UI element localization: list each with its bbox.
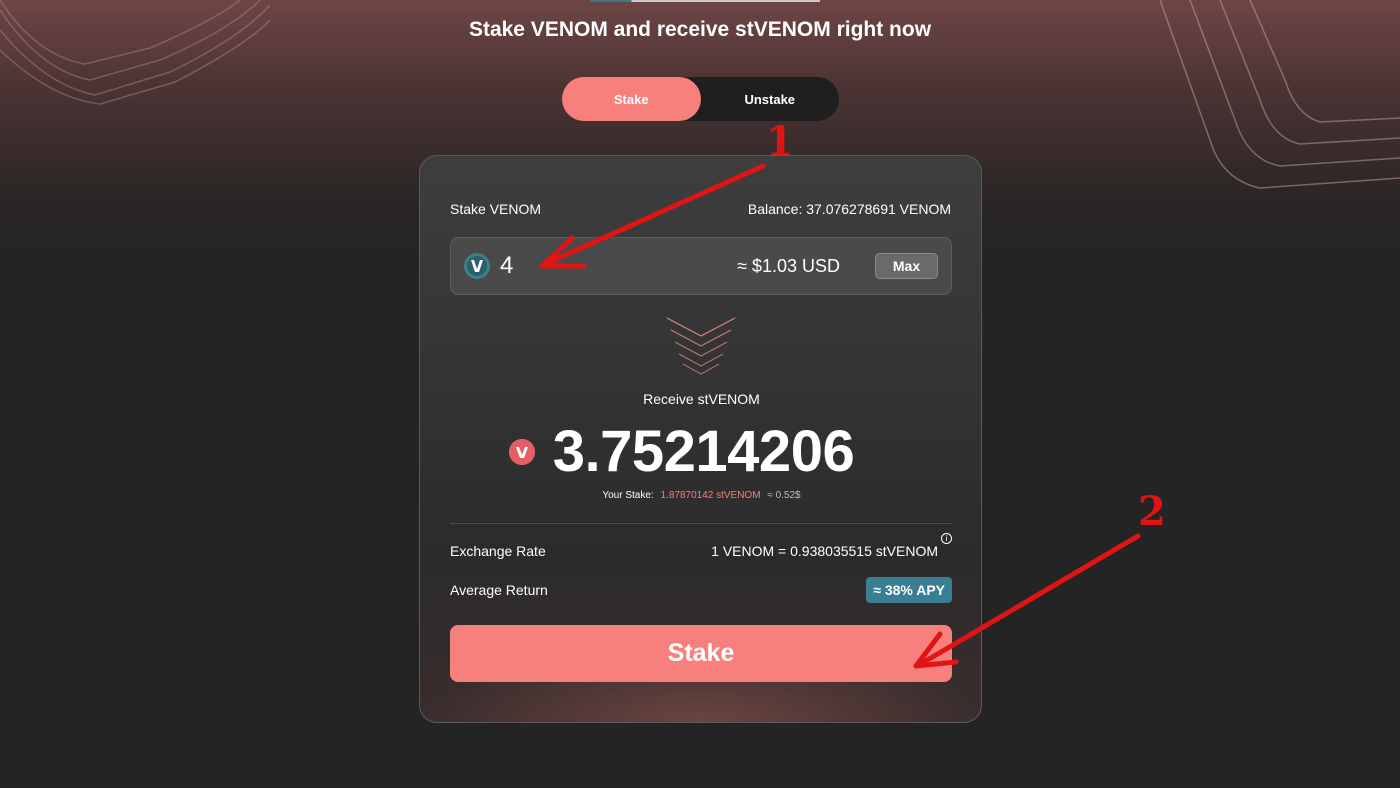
venom-token-icon <box>464 253 490 279</box>
stake-header-row: Stake VENOM Balance: 37.076278691 VENOM <box>450 201 951 217</box>
stvenom-token-icon <box>508 438 535 465</box>
tab-unstake[interactable]: Unstake <box>701 77 840 121</box>
stake-label: Stake VENOM <box>450 201 542 217</box>
exchange-rate-row: Exchange Rate 1 VENOM = 0.938035515 stVE… <box>450 533 952 559</box>
apy-badge: ≈ 38% APY <box>866 577 952 603</box>
info-icon[interactable]: i <box>941 533 952 544</box>
average-return-row: Average Return ≈ 38% APY <box>450 577 952 603</box>
decorative-contours-left <box>0 0 270 105</box>
max-button[interactable]: Max <box>875 253 938 279</box>
stake-unstake-tabs: Stake Unstake <box>562 77 839 121</box>
exchange-rate-value: 1 VENOM = 0.938035515 stVENOM <box>711 543 938 559</box>
stake-card: Stake VENOM Balance: 37.076278691 VENOM … <box>419 155 982 723</box>
amount-input-box[interactable]: ≈ $1.03 USD Max <box>450 237 952 295</box>
receive-amount-row: 3.75214206 <box>420 418 981 485</box>
chevron-down-icon <box>666 317 736 375</box>
annotation-marker-2: 2 <box>1138 488 1166 535</box>
your-stake-line: Your Stake: 1.87870142 stVENOM ≈ 0.52$ <box>420 490 981 501</box>
receive-label: Receive stVENOM <box>643 391 760 407</box>
usd-estimate: ≈ $1.03 USD <box>737 255 840 276</box>
your-stake-value: 1.87870142 stVENOM <box>660 490 761 501</box>
exchange-rate-label: Exchange Rate <box>450 543 546 559</box>
exchange-rate-value-wrap: 1 VENOM = 0.938035515 stVENOMi <box>711 533 952 559</box>
stake-amount-input[interactable] <box>500 252 700 280</box>
tab-stake[interactable]: Stake <box>562 77 701 121</box>
top-progress-strip <box>590 0 820 2</box>
your-stake-usd: ≈ 0.52$ <box>767 490 801 501</box>
balance-text[interactable]: Balance: 37.076278691 VENOM <box>748 201 951 217</box>
average-return-label: Average Return <box>450 582 548 598</box>
page-headline: Stake VENOM and receive stVENOM right no… <box>468 18 932 41</box>
divider <box>450 523 952 524</box>
stake-button[interactable]: Stake <box>450 625 952 682</box>
your-stake-label: Your Stake: <box>602 490 654 501</box>
annotation-marker-1: 1 <box>766 118 794 165</box>
receive-amount: 3.75214206 <box>552 419 855 484</box>
